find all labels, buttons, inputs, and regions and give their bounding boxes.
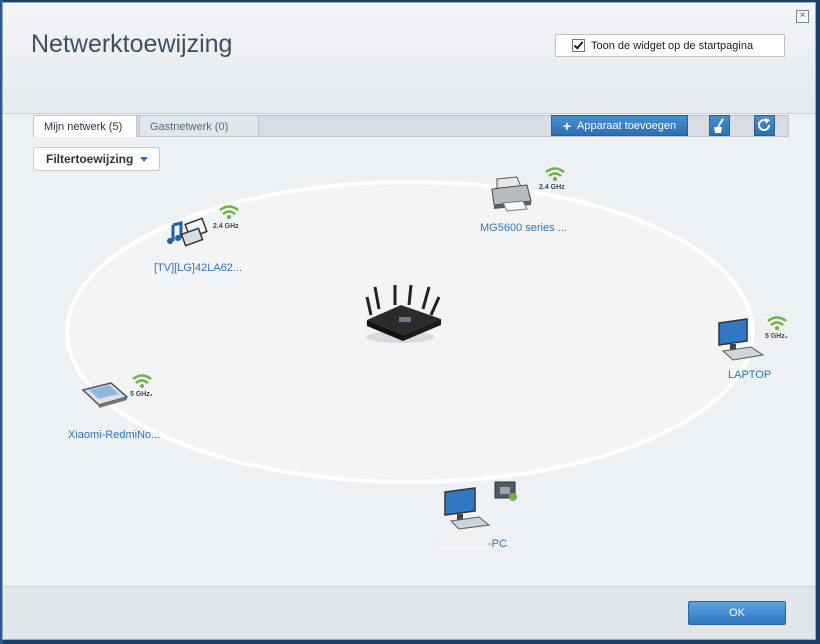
close-button[interactable]: × <box>796 10 809 23</box>
chevron-down-icon <box>140 156 149 162</box>
device-frequency: 2.4 GHz <box>213 223 239 230</box>
device-label[interactable]: LAPTOP <box>728 369 771 381</box>
computer-icon[interactable] <box>718 318 765 361</box>
dialog-header: × Netwerktoewijzing Toon de widget op de… <box>3 3 815 114</box>
checkbox-checked-icon[interactable] <box>572 39 585 52</box>
network-map-dialog: × Netwerktoewijzing Toon de widget op de… <box>2 2 816 640</box>
clean-button[interactable] <box>709 115 730 136</box>
add-device-label: Apparaat toevoegen <box>577 119 677 132</box>
computer-icon[interactable] <box>444 487 491 530</box>
device-label[interactable]: [TV][LG]42LA62... <box>154 262 242 274</box>
plus-icon: + <box>562 117 572 134</box>
device-frequency: 5 GHz₁ <box>765 333 788 340</box>
wifi-signal-icon <box>545 167 565 181</box>
add-device-button[interactable]: + Apparaat toevoegen <box>551 115 688 136</box>
ok-button[interactable]: OK <box>688 601 786 625</box>
dialog-footer: OK <box>3 586 815 639</box>
wifi-signal-icon <box>767 316 787 330</box>
show-widget-checkbox[interactable]: Toon de widget op de startpagina <box>555 34 785 57</box>
filter-label: Filtertoewijzing <box>46 152 134 166</box>
redacted-name <box>437 536 489 550</box>
device-label[interactable]: Xiaomi-RedmiNo... <box>68 429 160 441</box>
device-label[interactable]: -PC <box>488 538 507 550</box>
tab-guest-network[interactable]: Gastnetwerk (0) <box>139 115 259 137</box>
tab-bar: Mijn netwerk (5) Gastnetwerk (0) + Appar… <box>3 113 815 137</box>
show-widget-label: Toon de widget op de startpagina <box>591 39 754 52</box>
network-map-area: Filtertoewijzing 2.4 GHz [TV][LG]42LA62.… <box>3 137 815 586</box>
printer-icon[interactable] <box>491 176 532 212</box>
broom-icon <box>714 118 724 133</box>
refresh-icon <box>758 118 771 131</box>
ethernet-icon <box>494 481 517 501</box>
tab-my-network[interactable]: Mijn netwerk (5) <box>33 115 137 137</box>
device-frequency: 2.4 GHz <box>539 184 565 191</box>
refresh-button[interactable] <box>754 115 775 136</box>
filter-dropdown[interactable]: Filtertoewijzing <box>33 147 160 171</box>
network-map <box>65 167 787 550</box>
device-label[interactable]: MG5600 series ... <box>480 222 567 234</box>
page-title: Netwerktoewijzing <box>31 30 233 58</box>
device-frequency: 5 GHz₁ <box>130 391 153 398</box>
